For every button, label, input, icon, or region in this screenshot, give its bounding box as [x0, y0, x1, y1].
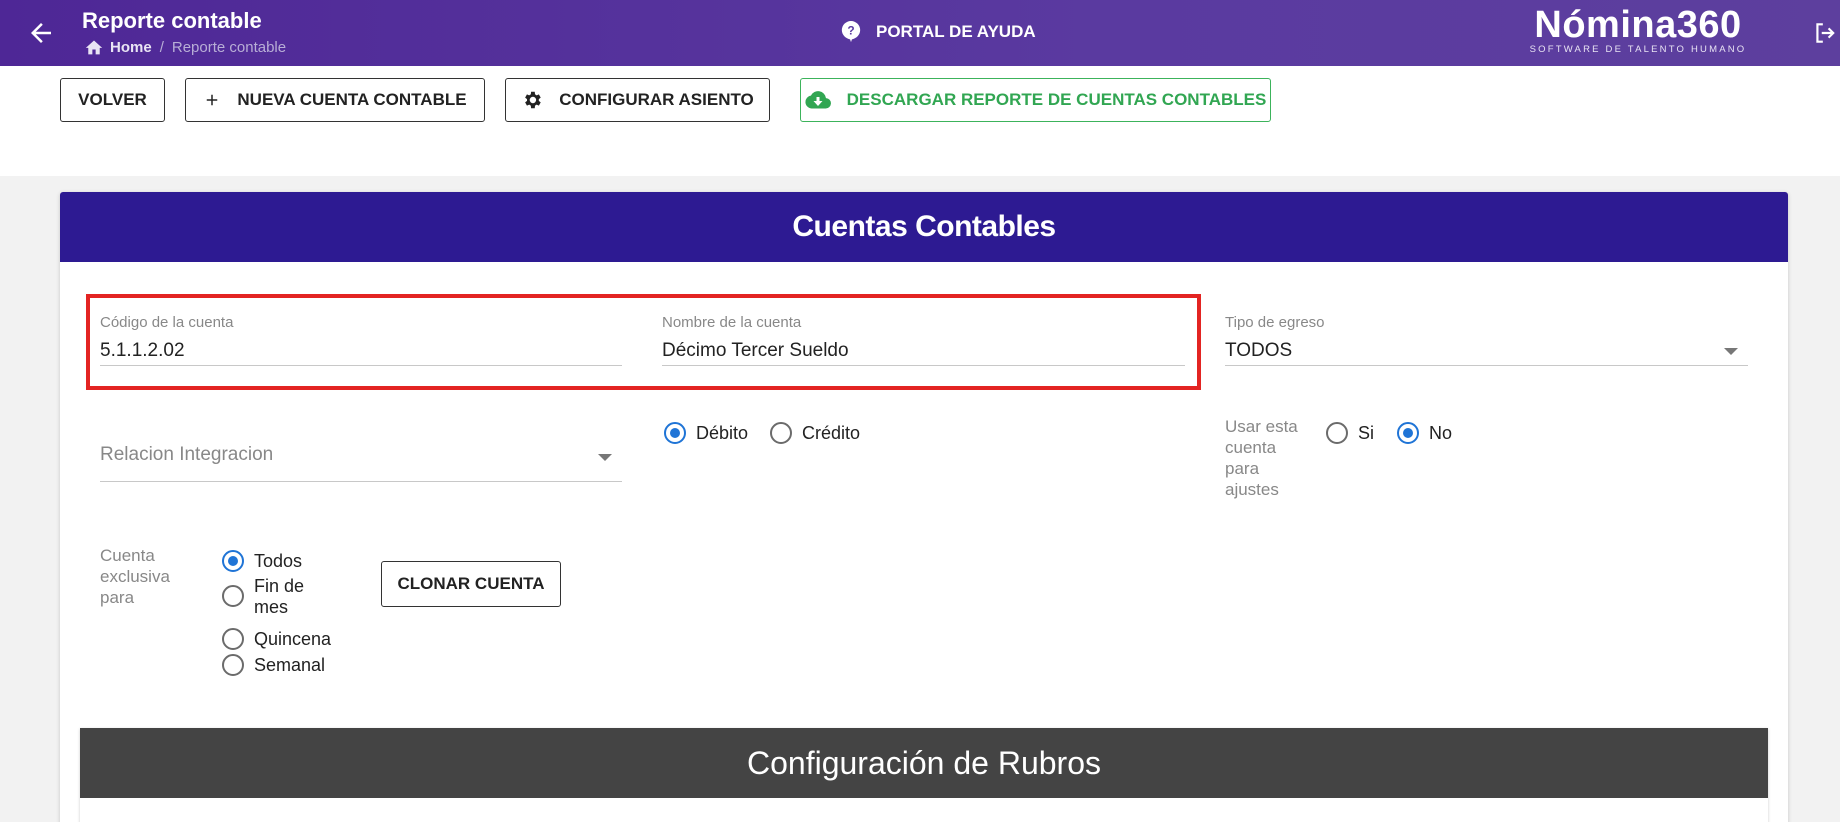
chevron-down-icon [598, 454, 612, 461]
radio-credito[interactable]: Crédito [770, 422, 860, 444]
account-code-value: 5.1.1.2.02 [100, 340, 185, 361]
clone-account-button[interactable]: CLONAR CUENTA [381, 561, 561, 607]
radio-semanal[interactable]: Semanal [222, 654, 325, 676]
radio-indicator-selected [1397, 422, 1419, 444]
download-report-button-label: DESCARGAR REPORTE DE CUENTAS CONTABLES [846, 90, 1267, 109]
rubros-card: Configuración de Rubros [80, 728, 1768, 822]
brand-name: Nómina360 [1534, 4, 1742, 46]
radio-credito-label: Crédito [802, 422, 861, 443]
account-name-label: Nombre de la cuenta [662, 314, 802, 331]
download-report-button[interactable]: DESCARGAR REPORTE DE CUENTAS CONTABLES [800, 78, 1271, 122]
action-toolbar: VOLVER NUEVA CUENTA CONTABLE CONFIGURAR … [0, 66, 1840, 176]
top-app-bar: Reporte contable Home / Reporte contable… [0, 0, 1840, 66]
radio-fin-de-mes-label: Fin de mes [254, 576, 305, 617]
breadcrumb-home[interactable]: Home [84, 38, 152, 56]
expense-type-value: TODOS [1225, 340, 1293, 361]
radio-todos-label: Todos [254, 550, 303, 571]
chevron-down-icon [1724, 348, 1738, 355]
breadcrumb: Home / Reporte contable [84, 38, 286, 56]
field-underline [662, 365, 1185, 366]
radio-ajustes-no[interactable]: No [1397, 422, 1452, 444]
help-portal-link[interactable]: ? PORTAL DE AYUDA [840, 20, 1036, 44]
account-code-label: Código de la cuenta [100, 314, 234, 331]
plus-icon [207, 94, 218, 106]
radio-indicator [222, 628, 244, 650]
help-icon: ? [841, 21, 861, 43]
breadcrumb-separator: / [159, 38, 164, 56]
exclusive-account-label: Cuenta exclusiva para [100, 546, 170, 607]
rubros-title: Configuración de Rubros [80, 728, 1768, 798]
clone-account-button-label: CLONAR CUENTA [397, 574, 545, 593]
logout-icon[interactable] [1812, 20, 1838, 46]
volver-button[interactable]: VOLVER [60, 78, 165, 122]
account-code-field[interactable]: Código de la cuenta 5.1.1.2.02 [100, 314, 622, 366]
radio-quincena[interactable]: Quincena [222, 628, 331, 650]
back-arrow-icon[interactable] [26, 18, 56, 48]
brand-logo: Nómina360 SOFTWARE DE TALENTO HUMANO [1518, 4, 1758, 55]
configure-entry-button[interactable]: CONFIGURAR ASIENTO [505, 78, 770, 122]
gear-icon [525, 91, 541, 109]
breadcrumb-current: Reporte contable [171, 38, 287, 56]
home-icon [85, 40, 103, 55]
radio-indicator [1326, 422, 1348, 444]
radio-ajustes-no-label: No [1429, 422, 1453, 443]
radio-fin-de-mes[interactable]: Fin de mes [222, 576, 314, 618]
svg-text:?: ? [847, 24, 854, 38]
configure-entry-button-label: CONFIGURAR ASIENTO [559, 90, 754, 109]
integration-relation-placeholder: Relacion Integracion [100, 444, 274, 465]
accounts-card: Cuentas Contables Código de la cuenta 5.… [60, 192, 1788, 822]
breadcrumb-home-label: Home [110, 38, 152, 56]
field-underline [100, 365, 622, 366]
volver-button-label: VOLVER [78, 90, 147, 109]
help-portal-label: PORTAL DE AYUDA [876, 22, 1036, 41]
radio-debito-label: Débito [696, 422, 749, 443]
field-underline [100, 481, 622, 482]
adjustments-label: Usar esta cuenta para ajustes [1225, 417, 1298, 499]
radio-quincena-label: Quincena [254, 628, 332, 649]
account-name-field[interactable]: Nombre de la cuenta Décimo Tercer Sueldo [662, 314, 1185, 366]
radio-ajustes-si-label: Si [1358, 422, 1375, 443]
integration-relation-select[interactable]: Relacion Integracion [100, 444, 622, 482]
expense-type-label: Tipo de egreso [1225, 314, 1325, 331]
radio-ajustes-si[interactable]: Si [1326, 422, 1374, 444]
radio-debito[interactable]: Débito [664, 422, 748, 444]
radio-indicator [222, 585, 244, 607]
radio-indicator-selected [222, 550, 244, 572]
expense-type-select[interactable]: Tipo de egreso TODOS [1225, 314, 1748, 366]
radio-semanal-label: Semanal [254, 654, 326, 675]
radio-indicator [222, 654, 244, 676]
radio-indicator-selected [664, 422, 686, 444]
account-name-value: Décimo Tercer Sueldo [662, 340, 849, 361]
page-title: Reporte contable [82, 8, 262, 33]
card-title: Cuentas Contables [60, 192, 1788, 262]
brand-tagline: SOFTWARE DE TALENTO HUMANO [1529, 44, 1747, 55]
radio-todos[interactable]: Todos [222, 550, 302, 572]
new-account-button-label: NUEVA CUENTA CONTABLE [237, 90, 467, 109]
cloud-download-icon [805, 91, 831, 109]
field-underline [1225, 365, 1748, 366]
new-account-button[interactable]: NUEVA CUENTA CONTABLE [185, 78, 485, 122]
radio-indicator [770, 422, 792, 444]
